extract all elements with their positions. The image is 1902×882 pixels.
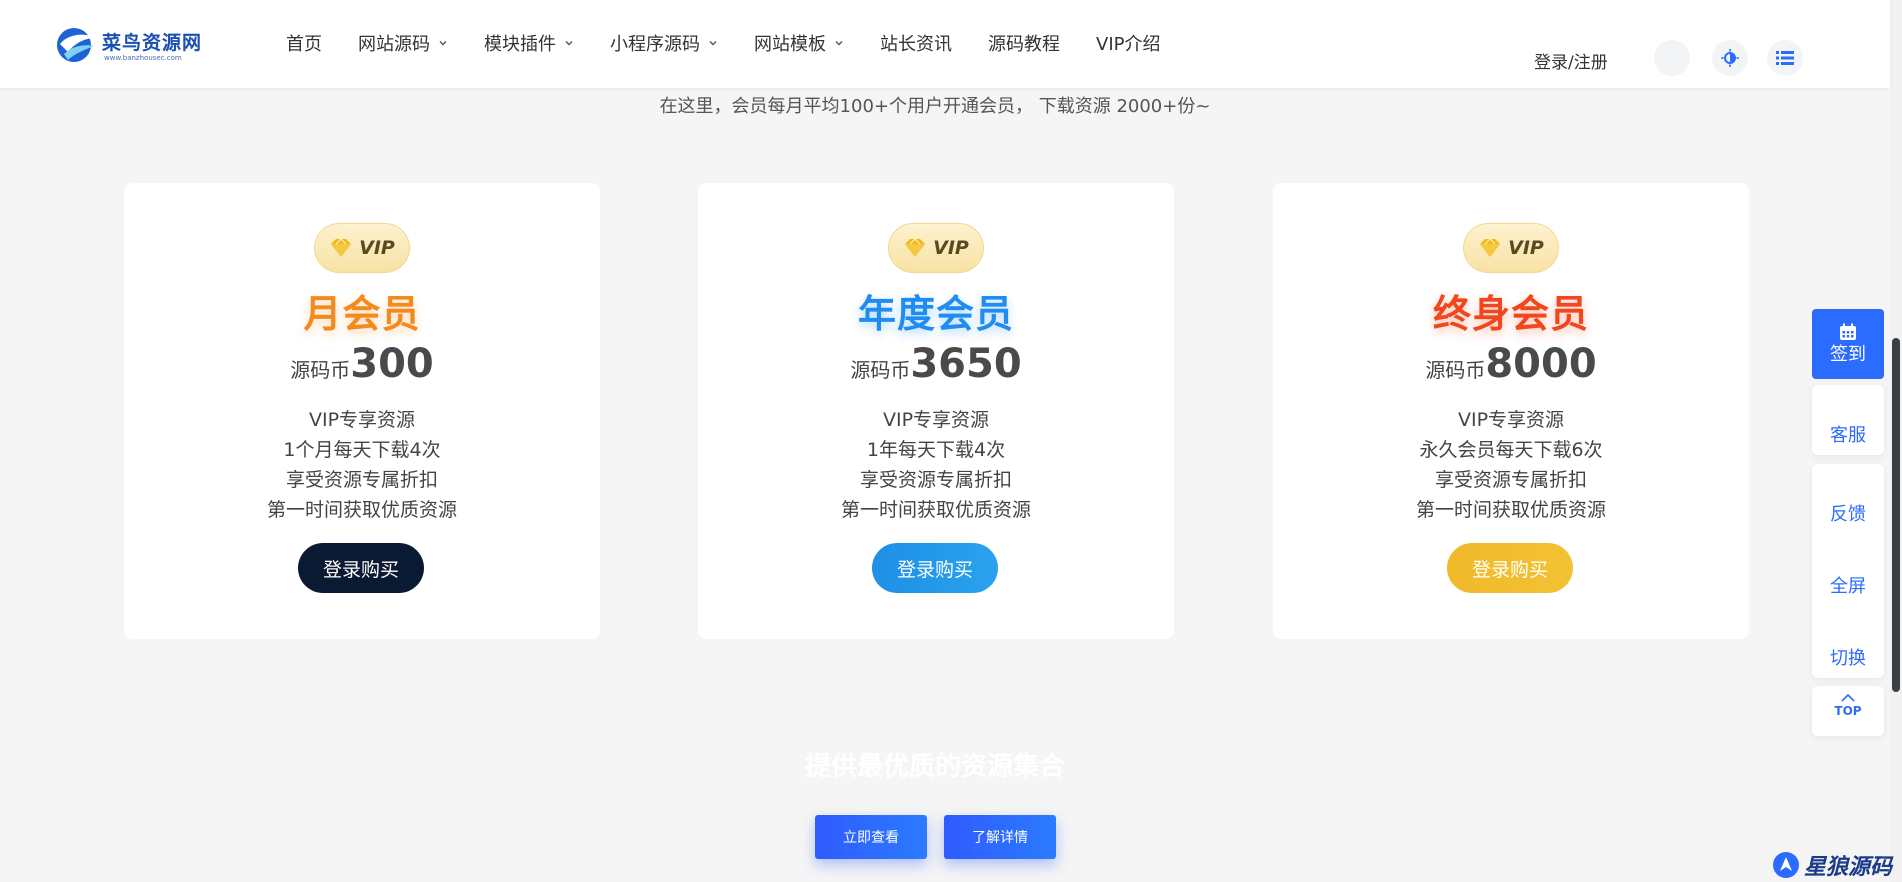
plan-title: 年度会员 bbox=[857, 292, 1014, 336]
vip-badge: VIP bbox=[314, 223, 410, 273]
plan-card: VIP 年度会员 源码币3650 VIP专享资源 1年每天下载4次 享受资源专属折扣… bbox=[698, 183, 1174, 639]
chevron-down-icon bbox=[835, 41, 843, 46]
menu-button[interactable] bbox=[1767, 40, 1803, 76]
chevron-up-icon bbox=[1841, 694, 1855, 702]
diamond-icon bbox=[905, 238, 926, 257]
signin-button[interactable]: 签到 bbox=[1812, 309, 1884, 379]
nav-item-label: 站长资讯 bbox=[880, 34, 952, 55]
top-label: TOP bbox=[1834, 704, 1862, 718]
vip-badge: VIP bbox=[888, 223, 984, 273]
watermark: 星狼源码 bbox=[1772, 850, 1892, 880]
nav-item-5[interactable]: 站长资讯 bbox=[880, 30, 952, 56]
plan-title: 月会员 bbox=[303, 292, 421, 336]
nav-item-0[interactable]: 首页 bbox=[286, 30, 322, 56]
feature-item: 1年每天下载4次 bbox=[866, 439, 1006, 461]
switch-button[interactable]: 切换 bbox=[1812, 644, 1884, 670]
vip-badge-label: VIP bbox=[1508, 237, 1544, 259]
bird-logo-icon bbox=[57, 28, 96, 62]
customer-service-box: 客服 bbox=[1812, 385, 1884, 455]
nav-item-7[interactable]: VIP介绍 bbox=[1096, 30, 1160, 56]
fullscreen-button[interactable]: 全屏 bbox=[1812, 572, 1884, 598]
nav-item-6[interactable]: 源码教程 bbox=[988, 30, 1060, 56]
cta-title: 提供最优质的资源集合 bbox=[804, 752, 1065, 782]
plan-card: VIP 终身会员 源码币8000 VIP专享资源永久会员每天下载6次 享受资源专属… bbox=[1273, 183, 1749, 639]
scrollbar-thumb[interactable] bbox=[1892, 338, 1900, 692]
chevron-down-icon bbox=[709, 41, 717, 46]
chevron-down-icon bbox=[439, 41, 447, 46]
membership-intro-text: 在这里，会员每月平均100+个用户开通会员， 下载资源 2000+份~ bbox=[659, 96, 1211, 117]
signin-label: 签到 bbox=[1830, 344, 1866, 365]
nav-item-4[interactable]: 网站模板 bbox=[754, 30, 844, 56]
learn-more-button[interactable]: 了解详情 bbox=[944, 815, 1056, 859]
feature-item: VIP专享资源 bbox=[1457, 409, 1565, 431]
plan-features: VIP专享资源永久会员每天下载6次 享受资源专属折扣 第一时间获取优质资源 bbox=[1273, 405, 1749, 525]
plan-price: 源码币300 bbox=[124, 341, 600, 387]
vip-badge-label: VIP bbox=[359, 237, 395, 259]
customer-service-button[interactable]: 客服 bbox=[1812, 421, 1884, 447]
feature-item: 第一时间获取优质资源 bbox=[1415, 499, 1606, 521]
feedback-button[interactable]: 反馈 bbox=[1812, 500, 1884, 526]
plan-card: VIP 月会员 源码币300 VIP专享资源 1个月每天下载4次 享受资源专属折扣第… bbox=[124, 183, 600, 639]
login-buy-button[interactable]: 登录购买 bbox=[298, 543, 424, 593]
price-amount: 300 bbox=[350, 341, 434, 387]
feature-item: 1个月每天下载4次 bbox=[283, 439, 441, 461]
main-nav: 首页 网站源码 模块插件 小程序源码 网站模板 站长资讯 源码教程 VIP介绍 bbox=[286, 30, 1196, 56]
nav-item-1[interactable]: 网站源码 bbox=[358, 30, 448, 56]
price-unit: 源码币 bbox=[850, 358, 911, 382]
logo-title: 菜鸟资源网 bbox=[102, 32, 203, 54]
feature-item: VIP专享资源 bbox=[308, 409, 416, 431]
nav-item-label: 首页 bbox=[286, 34, 322, 55]
chevron-down-icon bbox=[565, 41, 573, 46]
feature-item: 第一时间获取优质资源 bbox=[266, 499, 457, 521]
wolf-logo-icon bbox=[1773, 852, 1799, 878]
plan-features: VIP专享资源 1个月每天下载4次 享受资源专属折扣 第一时间获取优质资源 bbox=[124, 405, 600, 525]
login-register-link[interactable]: 登录/注册 bbox=[1534, 48, 1608, 73]
plan-features: VIP专享资源 1年每天下载4次 享受资源专属折扣 第一时间获取优质资源 bbox=[698, 405, 1174, 525]
diamond-icon bbox=[1480, 238, 1501, 257]
nav-item-label: 小程序源码 bbox=[610, 34, 700, 55]
back-to-top-button[interactable]: TOP bbox=[1812, 694, 1884, 720]
nav-item-label: VIP介绍 bbox=[1096, 34, 1161, 55]
tools-box: 反馈 全屏 切换 bbox=[1812, 464, 1884, 678]
nav-item-3[interactable]: 小程序源码 bbox=[610, 30, 718, 56]
nav-item-2[interactable]: 模块插件 bbox=[484, 30, 574, 56]
diamond-icon bbox=[331, 238, 352, 257]
feature-item: 享受资源专属折扣 bbox=[1434, 469, 1587, 491]
theme-toggle-button[interactable] bbox=[1712, 40, 1748, 76]
feature-item: 永久会员每天下载6次 bbox=[1419, 439, 1603, 461]
login-buy-button[interactable]: 登录购买 bbox=[1447, 543, 1573, 593]
view-now-button[interactable]: 立即查看 bbox=[815, 815, 927, 859]
login-buy-button[interactable]: 登录购买 bbox=[872, 543, 998, 593]
feature-item: VIP专享资源 bbox=[882, 409, 990, 431]
contrast-icon bbox=[1721, 49, 1739, 67]
avatar[interactable] bbox=[1654, 40, 1690, 76]
logo-subtitle: www.banzhousec.com bbox=[104, 54, 182, 62]
site-header: 菜鸟资源网 www.banzhousec.com 首页 网站源码 模块插件 小程序源码… bbox=[0, 0, 1890, 88]
site-logo[interactable]: 菜鸟资源网 www.banzhousec.com bbox=[54, 24, 224, 68]
watermark-text: 星狼源码 bbox=[1804, 855, 1893, 880]
feature-item: 享受资源专属折扣 bbox=[285, 469, 438, 491]
price-amount: 8000 bbox=[1485, 341, 1597, 387]
feature-item: 第一时间获取优质资源 bbox=[840, 499, 1031, 521]
price-unit: 源码币 bbox=[290, 358, 351, 382]
nav-item-label: 网站源码 bbox=[358, 34, 430, 55]
nav-item-label: 网站模板 bbox=[754, 34, 826, 55]
feature-item: 享受资源专属折扣 bbox=[859, 469, 1012, 491]
plan-title: 终身会员 bbox=[1432, 292, 1589, 336]
plan-price: 源码币8000 bbox=[1273, 341, 1749, 387]
vip-badge-label: VIP bbox=[933, 237, 969, 259]
list-icon bbox=[1776, 51, 1794, 65]
vip-badge: VIP bbox=[1463, 223, 1559, 273]
nav-item-label: 源码教程 bbox=[988, 34, 1060, 55]
price-amount: 3650 bbox=[910, 341, 1022, 387]
price-unit: 源码币 bbox=[1425, 358, 1486, 382]
back-to-top-box: TOP bbox=[1812, 686, 1884, 736]
calendar-icon bbox=[1840, 323, 1856, 340]
plan-price: 源码币3650 bbox=[698, 341, 1174, 387]
nav-item-label: 模块插件 bbox=[484, 34, 556, 55]
